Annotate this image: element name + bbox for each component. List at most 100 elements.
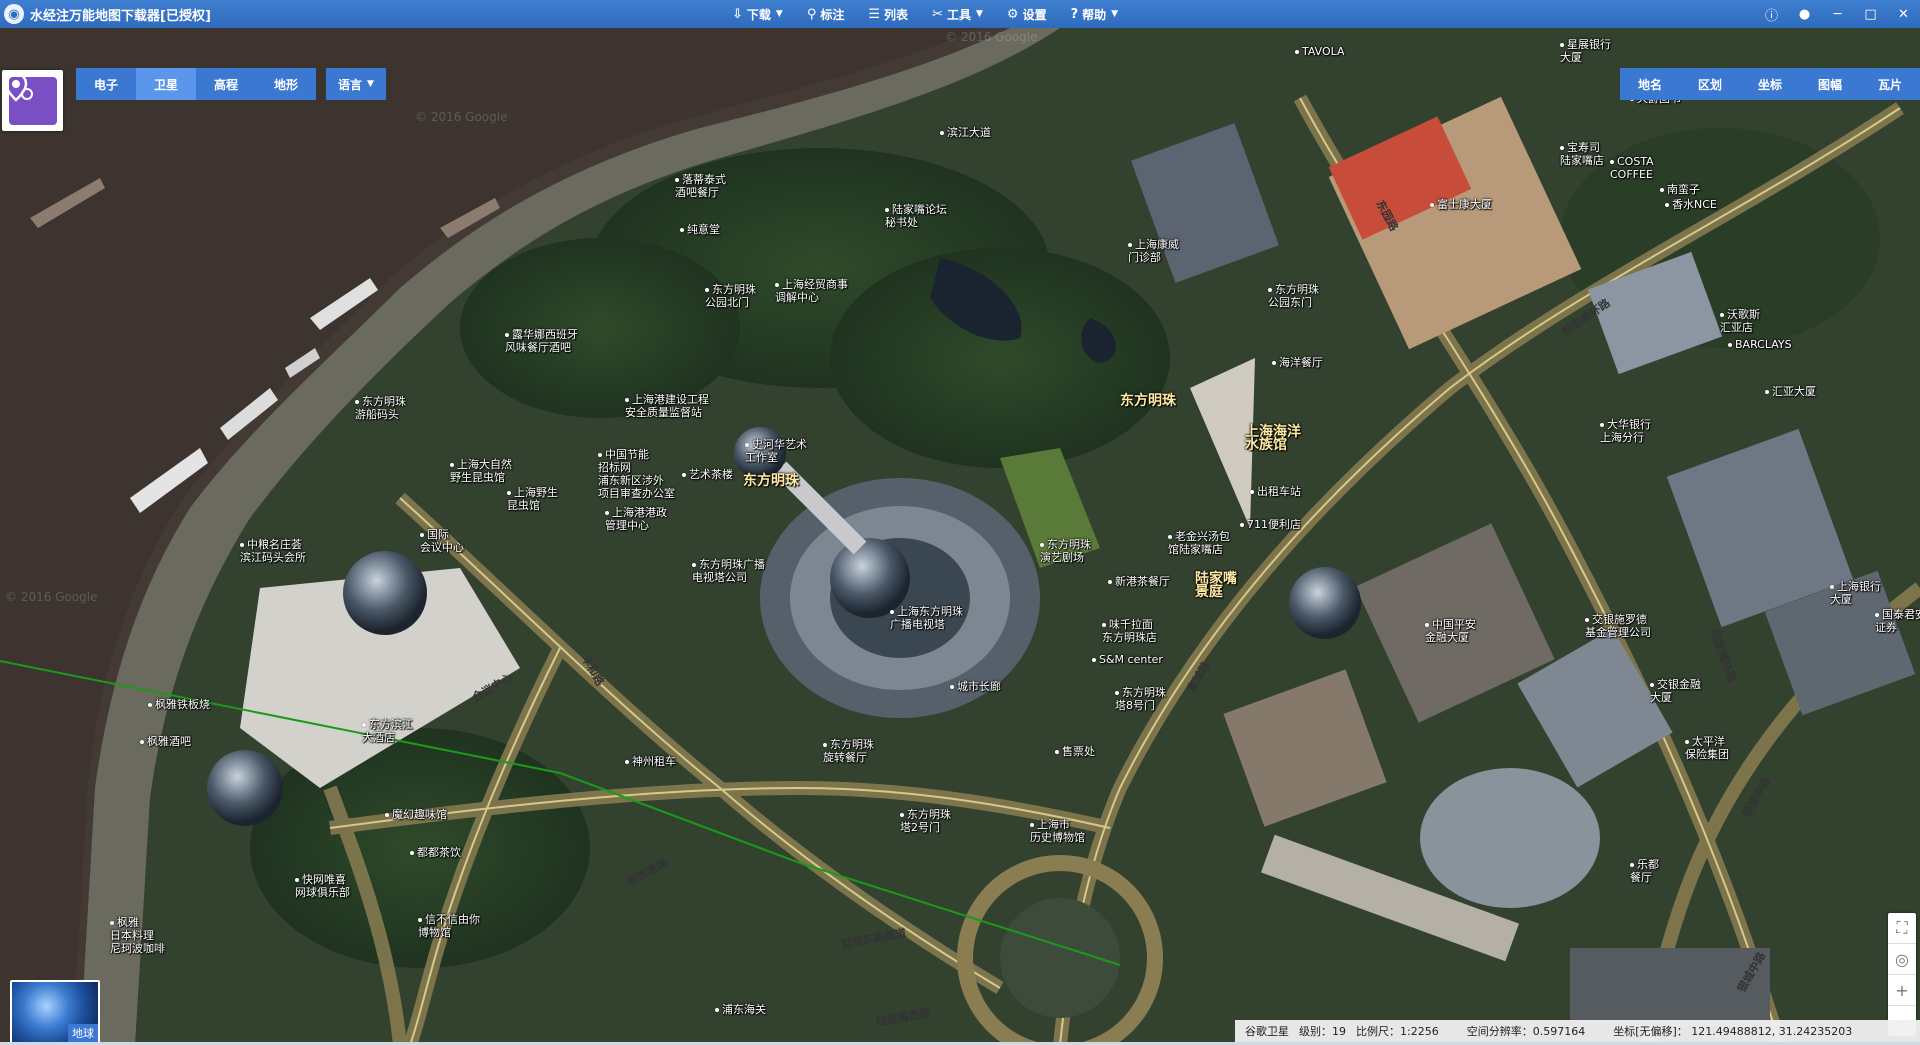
poi-label: TAVOLA (1295, 45, 1345, 58)
map-type-bar: 电子 卫星 高程 地形 (76, 68, 316, 100)
pin-icon: ⚲ (806, 6, 817, 22)
poi-label: 东方明珠 演艺剧场 (1040, 538, 1091, 564)
globe-switch-button[interactable]: 地球 (10, 980, 100, 1044)
maximize-icon[interactable]: □ (1854, 0, 1887, 28)
poi-label: 史河华艺术 工作室 (745, 438, 807, 464)
poi-label: 大华银行 上海分行 (1600, 418, 1651, 444)
poi-label: 城市长廊 (950, 680, 1001, 693)
locate-button[interactable] (2, 70, 63, 131)
poi-marker-icon (1660, 188, 1664, 192)
poi-label: 枫雅 日本料理 尼珂波咖啡 (110, 916, 165, 955)
poi-marker-icon (362, 723, 366, 727)
poi-label: 出租车站 (1250, 485, 1301, 498)
map-type-卫星[interactable]: 卫星 (136, 68, 196, 100)
poi-marker-icon (1168, 535, 1172, 539)
status-scale: 比例尺：1:2256 (1356, 1025, 1439, 1038)
menu-gear[interactable]: ⚙ 设置 (995, 0, 1059, 28)
poi-label: 太平洋 保险集团 (1685, 735, 1729, 761)
zoom-in-button[interactable]: + (1888, 975, 1916, 1006)
poi-label: 香水NCE (1665, 198, 1717, 211)
globe-label: 地球 (68, 1024, 98, 1042)
landmark-label: 东方明珠 (743, 473, 799, 489)
poi-label: 上海野生 昆虫馆 (507, 486, 558, 512)
fullscreen-icon[interactable]: ⛶ (1888, 913, 1916, 944)
watermark: © 2016 Google (415, 110, 508, 124)
map-type-电子[interactable]: 电子 (76, 68, 136, 100)
caret-down-icon: ▼ (775, 9, 783, 19)
poi-label: 东方明珠 公园东门 (1268, 283, 1319, 309)
status-bar: 谷歌卫星 级别：19 比例尺：1:2256 空间分辨率：0.597164 坐标[… (1235, 1020, 1920, 1042)
right-tab-图幅[interactable]: 图幅 (1800, 68, 1860, 100)
poi-marker-icon (1108, 580, 1112, 584)
info-icon[interactable]: ⓘ (1755, 0, 1788, 28)
watermark: © 2016 Google (945, 30, 1038, 44)
minimize-icon[interactable]: ─ (1821, 0, 1854, 28)
poi-marker-icon (355, 400, 359, 404)
right-tab-坐标[interactable]: 坐标 (1740, 68, 1800, 100)
poi-label: 东方明珠 塔8号门 (1115, 686, 1166, 712)
landmark-label: 东方明珠 (1120, 393, 1176, 409)
poi-marker-icon (885, 208, 889, 212)
poi-label: 都都茶饮 (410, 846, 461, 859)
poi-marker-icon (1720, 313, 1724, 317)
poi-label: 东方明珠 塔2号门 (900, 808, 951, 834)
right-tab-瓦片[interactable]: 瓦片 (1860, 68, 1920, 100)
tools-icon: ✂ (932, 6, 943, 22)
poi-marker-icon (705, 288, 709, 292)
locate-target-icon[interactable]: ◎ (1888, 944, 1916, 975)
menu-download[interactable]: ⇩ 下载 ▼ (720, 0, 795, 28)
right-tab-地名[interactable]: 地名 (1620, 68, 1680, 100)
poi-label: 快网唯喜 网球俱乐部 (295, 873, 350, 899)
poi-label: 枫雅酒吧 (140, 735, 191, 748)
poi-marker-icon (890, 610, 894, 614)
close-icon[interactable]: ✕ (1887, 0, 1920, 28)
poi-marker-icon (950, 685, 954, 689)
status-resolution: 空间分辨率：0.597164 (1466, 1025, 1586, 1038)
right-tab-区划[interactable]: 区划 (1680, 68, 1740, 100)
map-view[interactable]: © 2016 Google © 2016 Google © 2016 Googl… (0, 28, 1920, 1045)
language-button[interactable]: 语言 ▼ (326, 68, 386, 100)
poi-label: 上海东方明珠 广播电视塔 (890, 605, 963, 631)
poi-marker-icon (1040, 543, 1044, 547)
poi-marker-icon (1560, 146, 1564, 150)
poi-marker-icon (148, 703, 152, 707)
menu-label: 下载 (746, 7, 771, 22)
poi-label: 滨江大道 (940, 126, 991, 139)
menu-list[interactable]: ☰ 列表 (856, 0, 920, 28)
poi-marker-icon (1055, 750, 1059, 754)
menu-bar: ⇩ 下载 ▼ ⚲ 标注 ☰ 列表 ✂ 工具 ▼ ⚙ 设置? 帮助 ▼ (720, 0, 1130, 28)
poi-marker-icon (692, 563, 696, 567)
poi-marker-icon (605, 511, 609, 515)
poi-label: 东方滨江 大酒店 (362, 718, 413, 744)
poi-label: 711便利店 (1240, 518, 1301, 531)
poi-marker-icon (1430, 203, 1434, 207)
poi-label: 陆家嘴论坛 秘书处 (885, 203, 947, 229)
poi-label: 上海银行 大厦 (1830, 580, 1881, 606)
help-icon: ? (1070, 6, 1079, 22)
poi-label: 浦东海关 (715, 1003, 766, 1016)
caret-down-icon: ▼ (975, 9, 983, 19)
map-type-高程[interactable]: 高程 (196, 68, 256, 100)
poi-marker-icon (1128, 243, 1132, 247)
poi-label: 宝寿司 陆家嘴店 (1560, 141, 1604, 167)
poi-label: 海洋餐厅 (1272, 356, 1323, 369)
poi-label: 交银金融 大厦 (1650, 678, 1701, 704)
menu-pin[interactable]: ⚲ 标注 (795, 0, 857, 28)
poi-marker-icon (410, 851, 414, 855)
user-icon[interactable]: ● (1788, 0, 1821, 28)
menu-help[interactable]: ? 帮助 ▼ (1059, 0, 1130, 28)
poi-marker-icon (1240, 523, 1244, 527)
map-type-地形[interactable]: 地形 (256, 68, 316, 100)
poi-marker-icon (823, 743, 827, 747)
poi-marker-icon (1650, 683, 1654, 687)
poi-marker-icon (625, 760, 629, 764)
poi-marker-icon (1665, 203, 1669, 207)
poi-marker-icon (240, 543, 244, 547)
menu-tools[interactable]: ✂ 工具 ▼ (920, 0, 995, 28)
poi-marker-icon (680, 228, 684, 232)
poi-marker-icon (775, 283, 779, 287)
poi-marker-icon (715, 1008, 719, 1012)
caret-down-icon: ▼ (367, 79, 374, 89)
poi-label: 东方明珠 旋转餐厅 (823, 738, 874, 764)
poi-label: 上海港港政 管理中心 (605, 506, 667, 532)
